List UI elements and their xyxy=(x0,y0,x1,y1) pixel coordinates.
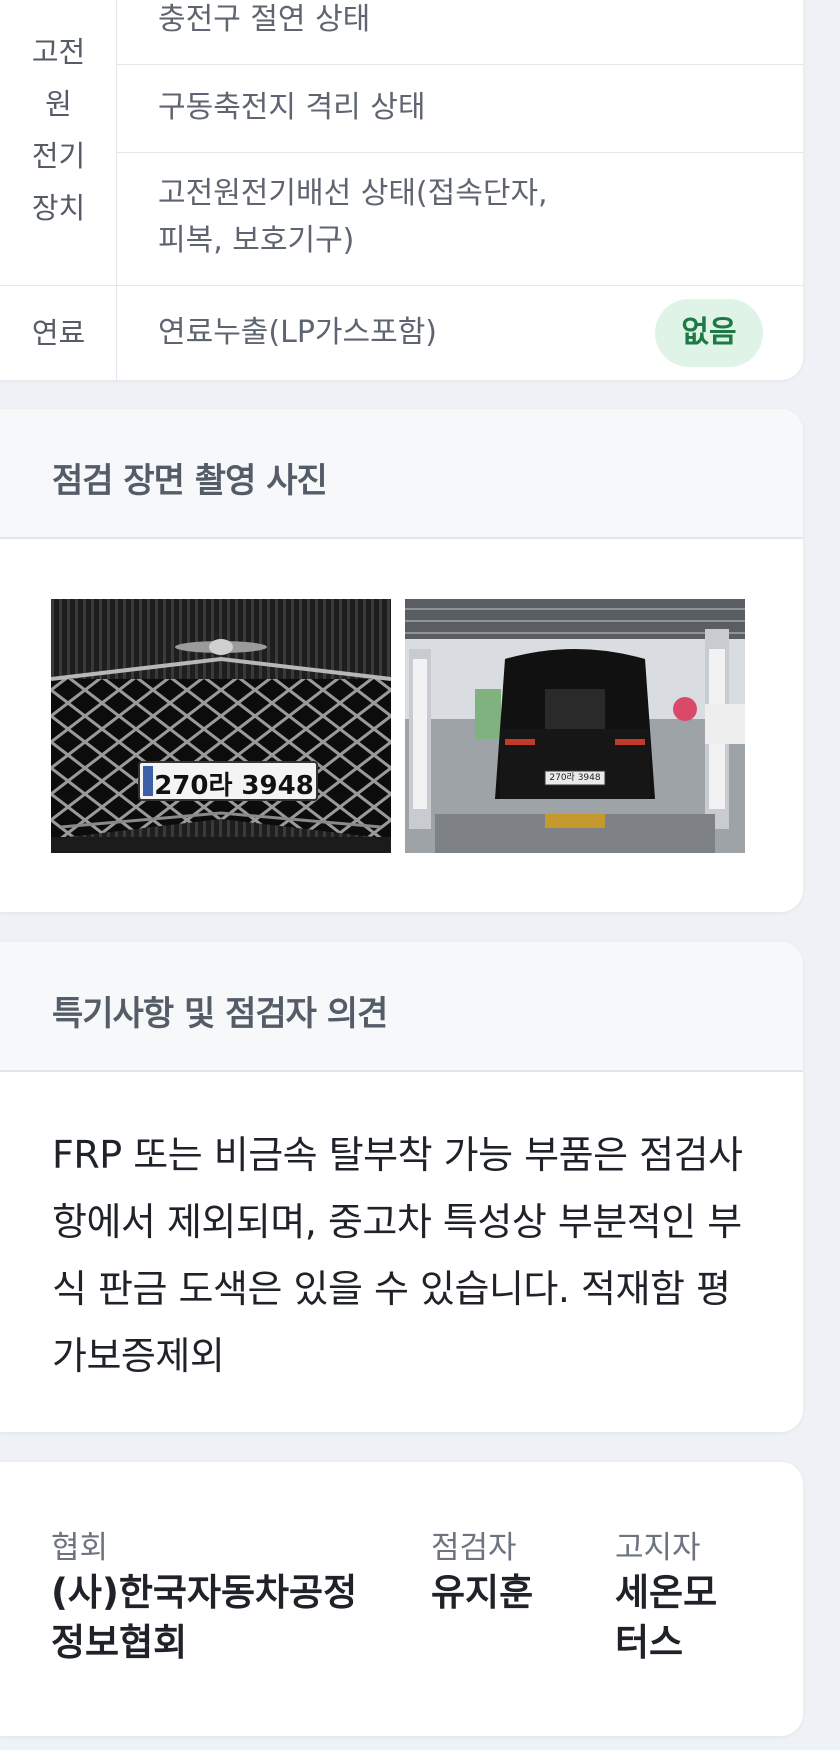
rear-inspection-image xyxy=(405,599,745,853)
notifier-value: 세온모터스 xyxy=(615,1571,718,1664)
photo-front-grille[interactable]: 270라 3948 xyxy=(51,599,391,853)
notes-card: 특기사항 및 점검자 의견 FRP 또는 비금속 탈부착 가능 부품은 점검사항… xyxy=(0,942,803,1432)
category-fuel: 연료 xyxy=(31,316,86,350)
footer-signature-card: 협회 (사)한국자동차공정정보협회 점검자 유지훈 고지자 세온모터스 xyxy=(0,1462,803,1736)
front-license-plate: 270라 3948 xyxy=(154,771,314,801)
item-fuel-leak: 연료누출(LP가스포함) xyxy=(158,315,438,350)
row-divider xyxy=(117,152,803,153)
section-title: 특기사항 및 점검자 의견 xyxy=(52,994,388,1034)
inspection-table-card: 고전 원 전기 장치 연료 충전구 절연 상태 구동축전지 격리 상태 고전원전… xyxy=(0,0,803,380)
section-title: 점검 장면 촬영 사진 xyxy=(52,461,328,501)
section-header: 특기사항 및 점검자 의견 xyxy=(0,942,803,1072)
item-battery-isolation: 구동축전지 격리 상태 xyxy=(158,90,426,125)
inspection-photos-card: 점검 장면 촬영 사진 270라 3948 270라 3948 xyxy=(0,409,803,912)
front-grille-image xyxy=(51,599,391,853)
inspector-value: 유지훈 xyxy=(431,1571,534,1614)
inspector-label: 점검자 xyxy=(431,1530,517,1566)
category-power-line-4: 장치 xyxy=(31,191,86,225)
category-power-line-3: 전기 xyxy=(31,139,86,173)
notifier-label: 고지자 xyxy=(615,1530,701,1566)
item-charging-port-insulation: 충전구 절연 상태 xyxy=(158,2,371,37)
row-divider xyxy=(117,64,803,65)
section-header: 점검 장면 촬영 사진 xyxy=(0,409,803,539)
category-column: 고전 원 전기 장치 연료 xyxy=(0,0,117,380)
item-high-voltage-wiring-line-2: 피복, 보호기구) xyxy=(158,223,355,258)
association-value: (사)한국자동차공정정보협회 xyxy=(51,1571,358,1664)
item-high-voltage-wiring-line-1: 고전원전기배선 상태(접속단자, xyxy=(158,176,548,211)
rear-license-plate: 270라 3948 xyxy=(549,773,601,783)
association-label: 협회 xyxy=(51,1530,109,1566)
photo-rear-inspection[interactable]: 270라 3948 xyxy=(405,599,745,853)
inspector-notes: FRP 또는 비금속 탈부착 가능 부품은 점검사항에서 제외되며, 중고차 특… xyxy=(52,1133,743,1378)
fuel-leak-status-badge: 없음 xyxy=(655,299,763,367)
row-divider xyxy=(0,285,803,286)
category-power-line-2: 원 xyxy=(45,87,72,121)
category-power-line-1: 고전 xyxy=(31,35,86,69)
